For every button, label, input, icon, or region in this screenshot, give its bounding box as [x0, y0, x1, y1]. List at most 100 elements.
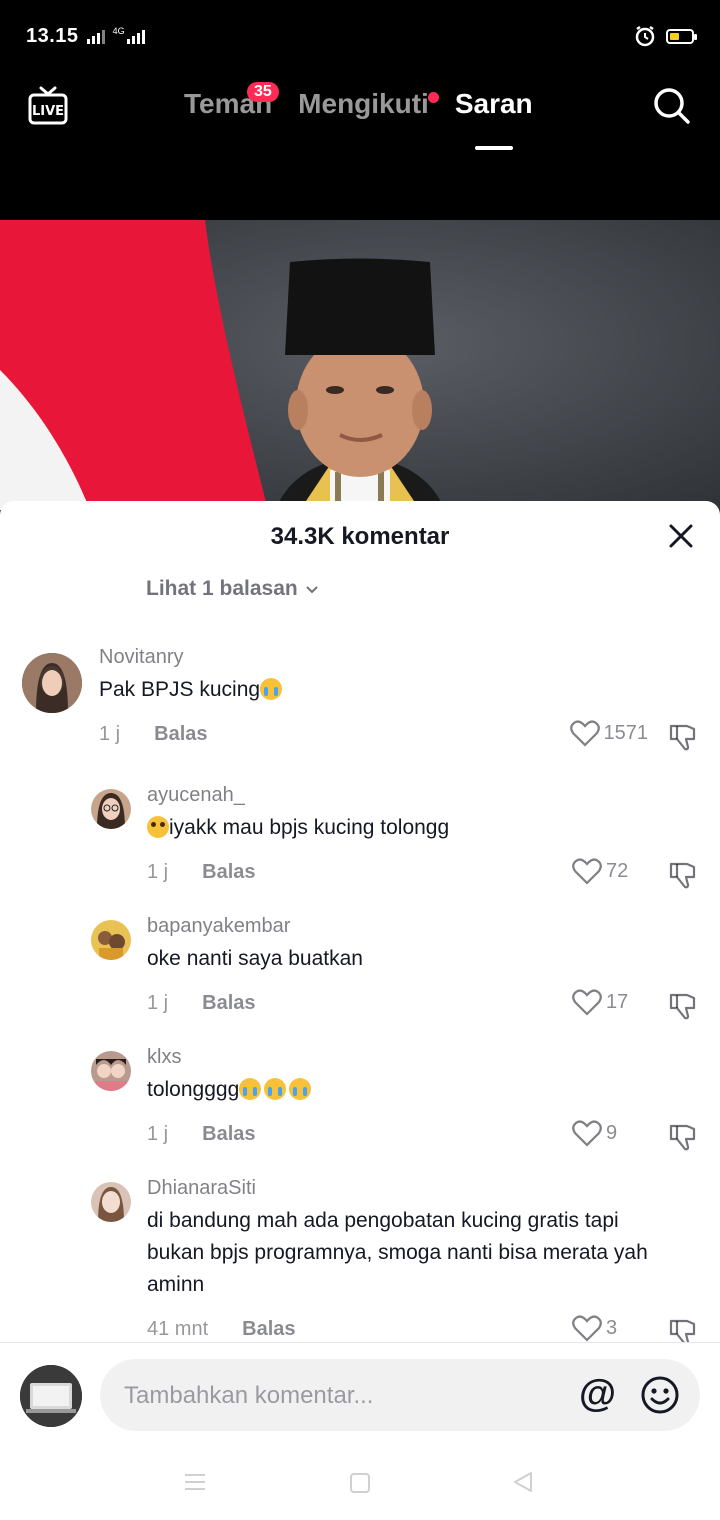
- comment-username[interactable]: klxs: [147, 1046, 181, 1069]
- comment-item: DhianaraSiti di bandung mah ada pengobat…: [0, 1174, 720, 1346]
- user-avatar[interactable]: [20, 1365, 82, 1427]
- comment-item: ayucenah_ iyakk mau bpjs kucing tolongg …: [0, 781, 720, 891]
- avatar[interactable]: [91, 1182, 131, 1222]
- comment-input-container: @: [100, 1359, 700, 1431]
- reply-button[interactable]: Balas: [202, 861, 255, 884]
- dislike-icon[interactable]: [668, 721, 698, 751]
- dislike-icon[interactable]: [668, 990, 698, 1020]
- like-button[interactable]: 72: [572, 857, 648, 885]
- comment-username[interactable]: Novitanry: [99, 646, 183, 669]
- status-time: 13.15: [26, 24, 79, 47]
- crying-face-icon: [260, 678, 283, 700]
- comment-text: oke nanti saya buatkan: [147, 943, 363, 975]
- top-nav: LIVE Teman 35 Mengikuti Saran: [0, 78, 720, 150]
- signal-icon: [86, 28, 105, 44]
- video-thumbnail: [0, 220, 720, 530]
- comment-meta: 41 mnt Balas: [147, 1318, 296, 1341]
- home-icon[interactable]: [350, 1473, 370, 1493]
- search-icon[interactable]: [652, 86, 692, 126]
- heart-icon: [569, 720, 600, 747]
- like-count: 72: [606, 859, 629, 882]
- mention-icon[interactable]: @: [579, 1373, 616, 1416]
- comment-time: 41 mnt: [147, 1318, 209, 1340]
- comment-item: bapanyakembar oke nanti saya buatkan 1 j…: [0, 912, 720, 1022]
- comment-line: bukan bpjs programnya, smoga nanti bisa …: [147, 1241, 648, 1264]
- recent-apps-icon[interactable]: [184, 1473, 206, 1491]
- comment-body: tolongggg: [147, 1078, 240, 1101]
- like-button[interactable]: 17: [572, 988, 648, 1016]
- like-count: 1571: [603, 721, 649, 744]
- back-icon[interactable]: [512, 1471, 534, 1493]
- like-count: 3: [606, 1316, 618, 1339]
- live-icon[interactable]: LIVE: [28, 86, 68, 126]
- comment-meta: 1 j Balas: [147, 861, 256, 884]
- emoji-icon[interactable]: [640, 1375, 680, 1415]
- comment-time: 1 j: [147, 1123, 169, 1145]
- alarm-icon: [635, 25, 655, 47]
- comment-time: 1 j: [99, 723, 121, 745]
- comments-count-title: 34.3K komentar: [270, 523, 450, 550]
- battery-icon: [666, 28, 697, 44]
- comment-line: di bandung mah ada pengobatan kucing gra…: [147, 1209, 619, 1232]
- dislike-icon[interactable]: [668, 859, 698, 889]
- like-count: 17: [606, 990, 629, 1013]
- signal-icon-2: [126, 28, 145, 44]
- comment-body: oke nanti saya buatkan: [147, 947, 363, 970]
- tab-saran[interactable]: Saran: [454, 88, 533, 150]
- comment-meta: 1 j Balas: [99, 723, 208, 746]
- heart-icon: [572, 858, 602, 885]
- chevron-down-icon: [306, 586, 318, 594]
- pleading-face-icon: [147, 816, 169, 838]
- heart-icon: [572, 1315, 602, 1342]
- avatar[interactable]: [91, 920, 131, 960]
- live-label: LIVE: [32, 104, 64, 119]
- crying-face-icon: [264, 1078, 287, 1100]
- view-replies-link[interactable]: Lihat 1 balasan: [146, 577, 320, 601]
- dislike-icon[interactable]: [668, 1121, 698, 1151]
- system-nav-bar: [0, 1445, 720, 1520]
- avatar[interactable]: [22, 653, 82, 713]
- comment-body: iyakk mau bpjs kucing tolongg: [169, 816, 450, 839]
- comment-item: Novitanry Pak BPJS kucing 1 j Balas 1571: [0, 641, 720, 751]
- comment-time: 1 j: [147, 861, 169, 883]
- comment-meta: 1 j Balas: [147, 992, 256, 1015]
- avatar[interactable]: [91, 1051, 131, 1091]
- like-button[interactable]: 9: [572, 1119, 648, 1147]
- comment-item: klxs tolongggg 1 j Balas 9: [0, 1043, 720, 1153]
- comment-username[interactable]: DhianaraSiti: [147, 1177, 256, 1200]
- tab-mengikuti[interactable]: Mengikuti: [298, 88, 439, 120]
- network-type: 4G: [112, 25, 125, 36]
- top-bar: 13.15 4G LIVE Teman 35 Mengikuti Saran: [0, 0, 720, 220]
- crying-face-icon: [289, 1078, 312, 1100]
- tab-mengikuti-label: Mengikuti: [298, 88, 429, 119]
- like-count: 9: [606, 1121, 618, 1144]
- comment-line: aminn: [147, 1273, 205, 1296]
- avatar[interactable]: [91, 789, 131, 829]
- comment-username[interactable]: bapanyakembar: [147, 915, 290, 938]
- close-icon[interactable]: [666, 521, 696, 551]
- tab-saran-label: Saran: [454, 88, 533, 119]
- like-button[interactable]: 1571: [569, 719, 649, 747]
- notification-badge: 35: [247, 82, 279, 102]
- reply-button[interactable]: Balas: [242, 1318, 295, 1341]
- comment-text: tolongggg: [147, 1074, 312, 1106]
- reply-button[interactable]: Balas: [202, 1123, 255, 1146]
- tab-teman[interactable]: Teman 35: [184, 82, 279, 120]
- heart-icon: [572, 1120, 602, 1147]
- comment-time: 1 j: [147, 992, 169, 1014]
- comment-text: iyakk mau bpjs kucing tolongg: [147, 812, 449, 844]
- crying-face-icon: [239, 1078, 262, 1100]
- heart-icon: [572, 989, 602, 1016]
- status-bar: 13.15 4G: [26, 20, 697, 52]
- comment-body: Pak BPJS kucing: [99, 678, 261, 701]
- reply-button[interactable]: Balas: [154, 723, 207, 746]
- video-preview[interactable]: [0, 220, 720, 530]
- comment-text: di bandung mah ada pengobatan kucing gra…: [147, 1205, 707, 1301]
- view-replies-label: Lihat 1 balasan: [146, 577, 298, 600]
- comment-meta: 1 j Balas: [147, 1123, 256, 1146]
- like-button[interactable]: 3: [572, 1314, 648, 1342]
- comment-username[interactable]: ayucenah_: [147, 784, 245, 807]
- reply-button[interactable]: Balas: [202, 992, 255, 1015]
- comment-text: Pak BPJS kucing: [99, 674, 283, 706]
- comment-input[interactable]: [122, 1375, 546, 1417]
